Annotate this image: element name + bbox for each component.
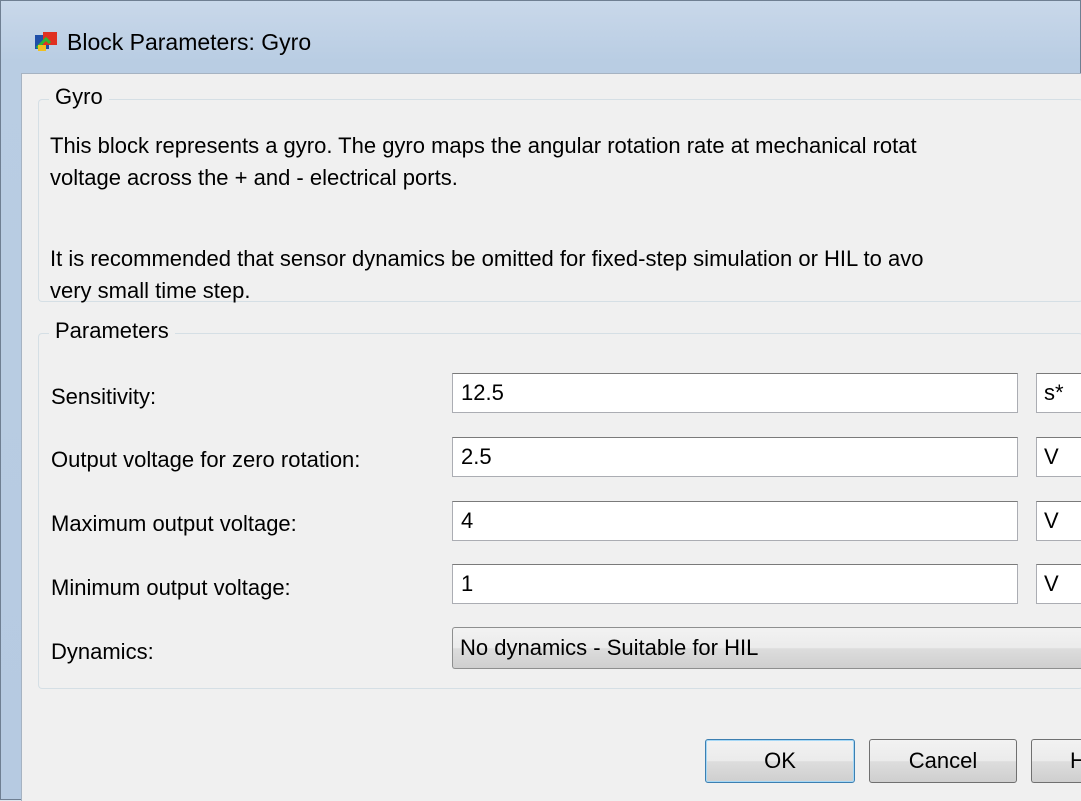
description-line: voltage across the + and - electrical po…	[50, 165, 458, 190]
dynamics-label: Dynamics:	[51, 639, 154, 664]
description-paragraph-1: This block represents a gyro. The gyro m…	[50, 130, 917, 194]
max-output-voltage-label: Maximum output voltage:	[51, 511, 297, 536]
zero-rotation-voltage-label: Output voltage for zero rotation:	[51, 447, 361, 472]
description-line: This block represents a gyro. The gyro m…	[50, 133, 917, 158]
zero-rotation-voltage-unit-field[interactable]: V	[1036, 437, 1081, 477]
help-button[interactable]: H	[1031, 739, 1081, 783]
description-group: Gyro This block represents a gyro. The g…	[38, 84, 1081, 303]
window-title: Block Parameters: Gyro	[67, 29, 312, 55]
sensitivity-label: Sensitivity:	[51, 384, 157, 409]
dynamics-selected-value: No dynamics - Suitable for HIL	[460, 635, 759, 660]
simulink-block-icon	[35, 32, 57, 51]
max-output-voltage-input[interactable]	[452, 501, 1018, 541]
sensitivity-input[interactable]	[452, 373, 1018, 413]
dialog-client-area: Gyro This block represents a gyro. The g…	[21, 73, 1081, 801]
ok-button[interactable]: OK	[705, 739, 855, 783]
parameters-group: Parameters Sensitivity: s* Output voltag…	[38, 318, 1081, 689]
description-group-legend: Gyro	[49, 84, 109, 110]
max-output-voltage-unit-field[interactable]: V	[1036, 501, 1081, 541]
min-output-voltage-label: Minimum output voltage:	[51, 575, 291, 600]
sensitivity-unit-field[interactable]: s*	[1036, 373, 1081, 413]
description-line: It is recommended that sensor dynamics b…	[50, 246, 924, 271]
title-bar[interactable]: Block Parameters: Gyro	[1, 1, 1081, 73]
min-output-voltage-unit-field[interactable]: V	[1036, 564, 1081, 604]
parameters-group-legend: Parameters	[49, 318, 175, 344]
dynamics-dropdown[interactable]: No dynamics - Suitable for HIL	[452, 627, 1081, 669]
cancel-button[interactable]: Cancel	[869, 739, 1017, 783]
zero-rotation-voltage-input[interactable]	[452, 437, 1018, 477]
dialog-window: Block Parameters: Gyro Gyro This block r…	[0, 0, 1081, 801]
description-paragraph-2: It is recommended that sensor dynamics b…	[50, 243, 923, 307]
min-output-voltage-input[interactable]	[452, 564, 1018, 604]
description-line: very small time step.	[50, 278, 251, 303]
